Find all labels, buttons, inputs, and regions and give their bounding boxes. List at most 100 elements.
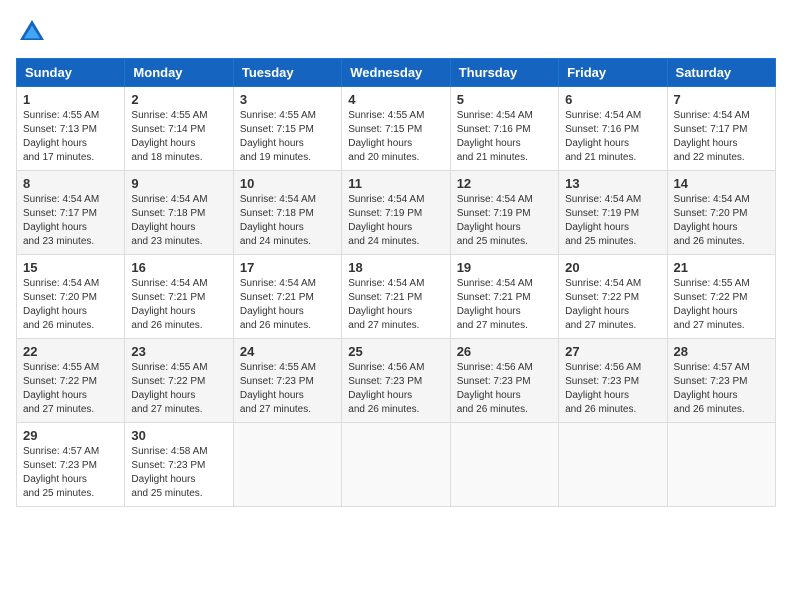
day-info: Sunrise: 4:55 AMSunset: 7:15 PMDaylight … [240,110,316,163]
calendar-cell: 2 Sunrise: 4:55 AMSunset: 7:14 PMDayligh… [125,87,233,171]
calendar-cell: 21 Sunrise: 4:55 AMSunset: 7:22 PMDaylig… [667,255,775,339]
calendar-cell: 13 Sunrise: 4:54 AMSunset: 7:19 PMDaylig… [559,171,667,255]
day-number: 15 [23,260,118,275]
calendar-cell: 15 Sunrise: 4:54 AMSunset: 7:20 PMDaylig… [17,255,125,339]
day-number: 3 [240,92,335,107]
calendar-cell: 20 Sunrise: 4:54 AMSunset: 7:22 PMDaylig… [559,255,667,339]
weekday-header: Monday [125,59,233,87]
calendar-cell: 25 Sunrise: 4:56 AMSunset: 7:23 PMDaylig… [342,339,450,423]
page-header [16,16,776,48]
day-number: 9 [131,176,226,191]
calendar-cell: 22 Sunrise: 4:55 AMSunset: 7:22 PMDaylig… [17,339,125,423]
day-number: 29 [23,428,118,443]
calendar-cell: 4 Sunrise: 4:55 AMSunset: 7:15 PMDayligh… [342,87,450,171]
calendar-header: SundayMondayTuesdayWednesdayThursdayFrid… [17,59,776,87]
day-info: Sunrise: 4:54 AMSunset: 7:19 PMDaylight … [565,194,641,247]
weekday-header: Wednesday [342,59,450,87]
calendar-cell: 3 Sunrise: 4:55 AMSunset: 7:15 PMDayligh… [233,87,341,171]
calendar-week: 15 Sunrise: 4:54 AMSunset: 7:20 PMDaylig… [17,255,776,339]
calendar-week: 1 Sunrise: 4:55 AMSunset: 7:13 PMDayligh… [17,87,776,171]
day-info: Sunrise: 4:58 AMSunset: 7:23 PMDaylight … [131,446,207,499]
calendar-cell: 7 Sunrise: 4:54 AMSunset: 7:17 PMDayligh… [667,87,775,171]
calendar-cell [233,423,341,507]
day-info: Sunrise: 4:54 AMSunset: 7:17 PMDaylight … [674,110,750,163]
calendar-week: 8 Sunrise: 4:54 AMSunset: 7:17 PMDayligh… [17,171,776,255]
calendar-cell [559,423,667,507]
calendar-cell: 8 Sunrise: 4:54 AMSunset: 7:17 PMDayligh… [17,171,125,255]
day-info: Sunrise: 4:54 AMSunset: 7:21 PMDaylight … [348,278,424,331]
day-info: Sunrise: 4:55 AMSunset: 7:22 PMDaylight … [23,362,99,415]
day-number: 17 [240,260,335,275]
day-number: 10 [240,176,335,191]
logo-icon [16,16,48,48]
calendar-body: 1 Sunrise: 4:55 AMSunset: 7:13 PMDayligh… [17,87,776,507]
day-info: Sunrise: 4:54 AMSunset: 7:21 PMDaylight … [240,278,316,331]
calendar-cell: 18 Sunrise: 4:54 AMSunset: 7:21 PMDaylig… [342,255,450,339]
calendar-cell: 23 Sunrise: 4:55 AMSunset: 7:22 PMDaylig… [125,339,233,423]
day-number: 14 [674,176,769,191]
day-info: Sunrise: 4:54 AMSunset: 7:20 PMDaylight … [674,194,750,247]
calendar-cell: 14 Sunrise: 4:54 AMSunset: 7:20 PMDaylig… [667,171,775,255]
calendar-cell: 10 Sunrise: 4:54 AMSunset: 7:18 PMDaylig… [233,171,341,255]
day-number: 21 [674,260,769,275]
calendar-cell: 1 Sunrise: 4:55 AMSunset: 7:13 PMDayligh… [17,87,125,171]
day-info: Sunrise: 4:54 AMSunset: 7:20 PMDaylight … [23,278,99,331]
day-info: Sunrise: 4:54 AMSunset: 7:18 PMDaylight … [240,194,316,247]
day-number: 19 [457,260,552,275]
calendar-cell: 24 Sunrise: 4:55 AMSunset: 7:23 PMDaylig… [233,339,341,423]
day-number: 5 [457,92,552,107]
day-number: 13 [565,176,660,191]
calendar-cell: 12 Sunrise: 4:54 AMSunset: 7:19 PMDaylig… [450,171,558,255]
day-number: 23 [131,344,226,359]
day-info: Sunrise: 4:56 AMSunset: 7:23 PMDaylight … [457,362,533,415]
day-number: 25 [348,344,443,359]
calendar-cell: 29 Sunrise: 4:57 AMSunset: 7:23 PMDaylig… [17,423,125,507]
calendar-cell: 6 Sunrise: 4:54 AMSunset: 7:16 PMDayligh… [559,87,667,171]
day-info: Sunrise: 4:55 AMSunset: 7:15 PMDaylight … [348,110,424,163]
day-info: Sunrise: 4:55 AMSunset: 7:22 PMDaylight … [674,278,750,331]
day-number: 12 [457,176,552,191]
weekday-header: Friday [559,59,667,87]
day-info: Sunrise: 4:56 AMSunset: 7:23 PMDaylight … [565,362,641,415]
day-info: Sunrise: 4:54 AMSunset: 7:16 PMDaylight … [457,110,533,163]
calendar-cell: 17 Sunrise: 4:54 AMSunset: 7:21 PMDaylig… [233,255,341,339]
calendar-cell: 28 Sunrise: 4:57 AMSunset: 7:23 PMDaylig… [667,339,775,423]
calendar-cell: 26 Sunrise: 4:56 AMSunset: 7:23 PMDaylig… [450,339,558,423]
day-number: 1 [23,92,118,107]
calendar-cell: 11 Sunrise: 4:54 AMSunset: 7:19 PMDaylig… [342,171,450,255]
calendar-cell: 5 Sunrise: 4:54 AMSunset: 7:16 PMDayligh… [450,87,558,171]
day-number: 6 [565,92,660,107]
day-info: Sunrise: 4:54 AMSunset: 7:21 PMDaylight … [131,278,207,331]
calendar-cell [667,423,775,507]
day-info: Sunrise: 4:55 AMSunset: 7:13 PMDaylight … [23,110,99,163]
calendar-week: 29 Sunrise: 4:57 AMSunset: 7:23 PMDaylig… [17,423,776,507]
day-info: Sunrise: 4:55 AMSunset: 7:14 PMDaylight … [131,110,207,163]
day-info: Sunrise: 4:54 AMSunset: 7:19 PMDaylight … [457,194,533,247]
calendar-cell: 27 Sunrise: 4:56 AMSunset: 7:23 PMDaylig… [559,339,667,423]
day-number: 11 [348,176,443,191]
day-number: 22 [23,344,118,359]
weekday-header: Tuesday [233,59,341,87]
day-number: 16 [131,260,226,275]
day-number: 18 [348,260,443,275]
day-number: 20 [565,260,660,275]
day-number: 26 [457,344,552,359]
day-number: 27 [565,344,660,359]
calendar-week: 22 Sunrise: 4:55 AMSunset: 7:22 PMDaylig… [17,339,776,423]
calendar-cell: 16 Sunrise: 4:54 AMSunset: 7:21 PMDaylig… [125,255,233,339]
day-info: Sunrise: 4:54 AMSunset: 7:17 PMDaylight … [23,194,99,247]
day-number: 2 [131,92,226,107]
day-info: Sunrise: 4:57 AMSunset: 7:23 PMDaylight … [674,362,750,415]
calendar-cell: 19 Sunrise: 4:54 AMSunset: 7:21 PMDaylig… [450,255,558,339]
day-number: 7 [674,92,769,107]
day-number: 8 [23,176,118,191]
day-info: Sunrise: 4:54 AMSunset: 7:22 PMDaylight … [565,278,641,331]
day-info: Sunrise: 4:57 AMSunset: 7:23 PMDaylight … [23,446,99,499]
day-info: Sunrise: 4:56 AMSunset: 7:23 PMDaylight … [348,362,424,415]
weekday-header: Thursday [450,59,558,87]
day-info: Sunrise: 4:54 AMSunset: 7:18 PMDaylight … [131,194,207,247]
day-info: Sunrise: 4:54 AMSunset: 7:19 PMDaylight … [348,194,424,247]
weekday-header: Sunday [17,59,125,87]
day-number: 28 [674,344,769,359]
day-info: Sunrise: 4:55 AMSunset: 7:22 PMDaylight … [131,362,207,415]
